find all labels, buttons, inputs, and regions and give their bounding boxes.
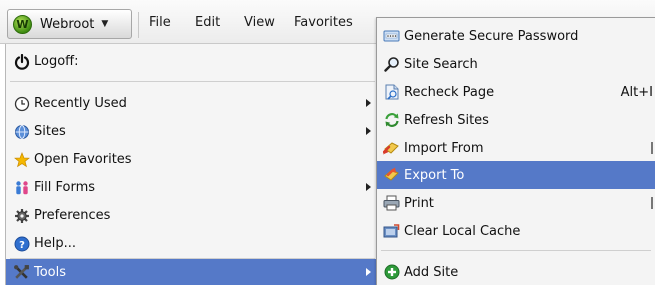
submenu-item-label: Add Site xyxy=(404,264,459,280)
export-icon xyxy=(383,167,400,184)
menu-item-logoff[interactable]: Logoff: xyxy=(6,48,379,75)
menu-item-label: Logoff: xyxy=(34,54,79,69)
submenu-arrow-icon xyxy=(366,268,371,276)
magnifier-icon xyxy=(383,56,400,73)
submenu-item-import-from[interactable]: Import From xyxy=(377,134,655,162)
submenu-item-add-site[interactable]: Add Site xyxy=(377,258,655,285)
submenu-item-recheck-page[interactable]: Recheck Page Alt+I xyxy=(377,78,655,106)
menu-item-sites[interactable]: Sites xyxy=(6,118,379,145)
webroot-button-label: Webroot xyxy=(40,16,95,32)
submenu-item-refresh-sites[interactable]: Refresh Sites xyxy=(377,106,655,134)
submenu-item-label: Site Search xyxy=(404,56,478,72)
svg-text:?: ? xyxy=(19,240,25,251)
menu-item-fill-forms[interactable]: Fill Forms xyxy=(6,174,379,201)
keyboard-shortcut: Alt+I xyxy=(620,84,653,100)
refresh-icon xyxy=(383,112,400,129)
tools-icon xyxy=(13,264,30,281)
menu-item-label: Fill Forms xyxy=(34,180,96,195)
recheck-page-icon xyxy=(383,84,400,101)
submenu-item-label: Export To xyxy=(404,167,465,183)
menu-separator xyxy=(381,250,651,251)
menu-favorites[interactable]: Favorites xyxy=(294,15,353,30)
submenu-indicator xyxy=(651,142,653,154)
submenu-arrow-icon xyxy=(366,183,371,191)
gear-icon xyxy=(13,207,30,224)
submenu-item-label: Import From xyxy=(404,140,484,156)
menu-item-label: Sites xyxy=(34,124,66,139)
globe-icon xyxy=(13,123,30,140)
webroot-dropdown-menu: Logoff: Recently Used Sites Open Favorit… xyxy=(5,44,380,285)
menu-separator xyxy=(10,81,375,82)
submenu-item-label: Clear Local Cache xyxy=(404,223,521,239)
menubar-divider xyxy=(138,12,139,38)
menu-item-label: Tools xyxy=(34,264,67,280)
add-site-icon xyxy=(383,264,400,281)
power-icon xyxy=(13,53,30,70)
menu-item-label: Help... xyxy=(34,236,77,251)
menu-item-label: Preferences xyxy=(34,208,111,223)
submenu-item-label: Refresh Sites xyxy=(404,112,489,128)
menu-file[interactable]: File xyxy=(149,15,171,30)
submenu-item-print[interactable]: Print xyxy=(377,189,655,217)
help-icon: ? xyxy=(13,235,30,252)
submenu-item-label: Print xyxy=(404,195,434,211)
clock-icon xyxy=(13,95,30,112)
submenu-arrow-icon xyxy=(366,99,371,107)
menu-item-recently-used[interactable]: Recently Used xyxy=(6,90,379,117)
menu-edit[interactable]: Edit xyxy=(195,15,220,30)
import-icon xyxy=(383,140,400,157)
clear-cache-icon xyxy=(383,223,400,240)
submenu-item-site-search[interactable]: Site Search xyxy=(377,50,655,78)
submenu-item-clear-local-cache[interactable]: Clear Local Cache xyxy=(377,217,655,245)
menu-item-open-favorites[interactable]: Open Favorites xyxy=(6,146,379,173)
submenu-item-label: Recheck Page xyxy=(404,84,495,100)
menu-item-label: Open Favorites xyxy=(34,152,132,167)
menu-item-help[interactable]: ? Help... xyxy=(6,230,379,257)
webroot-logo-icon: W xyxy=(13,14,32,34)
menu-item-preferences[interactable]: Preferences xyxy=(6,202,379,229)
submenu-indicator xyxy=(651,197,653,209)
chevron-down-icon: ▼ xyxy=(101,19,109,29)
menu-item-tools[interactable]: Tools xyxy=(6,259,379,285)
password-generator-icon xyxy=(383,28,400,45)
people-icon xyxy=(13,179,30,196)
printer-icon xyxy=(383,195,400,212)
webroot-menu-button[interactable]: W Webroot ▼ xyxy=(7,9,132,39)
star-icon xyxy=(13,151,30,168)
submenu-arrow-icon xyxy=(366,127,371,135)
tools-submenu: Generate Secure Password Site Search Rec… xyxy=(376,17,655,285)
menu-view[interactable]: View xyxy=(244,15,275,30)
menu-item-label: Recently Used xyxy=(34,96,127,111)
submenu-item-export-to[interactable]: Export To xyxy=(377,161,655,189)
submenu-item-label: Generate Secure Password xyxy=(404,28,579,44)
submenu-item-generate-secure-password[interactable]: Generate Secure Password xyxy=(377,22,655,50)
